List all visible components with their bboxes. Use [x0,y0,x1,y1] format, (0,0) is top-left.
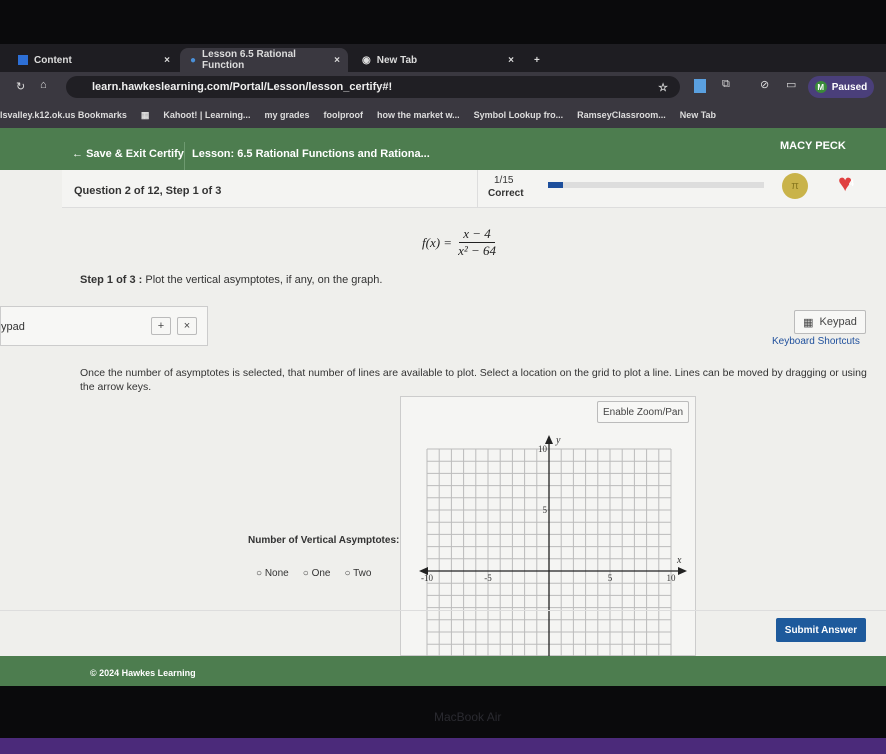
asymptotes-label: Number of Vertical Asymptotes: [248,535,400,546]
enable-zoom-pan-button[interactable]: Enable Zoom/Pan [597,401,689,423]
radio-label: Two [353,568,372,579]
graph-grid[interactable]: -10 -5 5 10 10 5 x y [401,431,695,657]
close-icon[interactable]: × [508,55,514,66]
bookmark-item[interactable]: Symbol Lookup fro... [474,110,564,120]
x-tick-label: 10 [667,573,677,583]
bookmarks-bar: lsvalley.k12.ok.us Bookmarks ▦ Kahoot! |… [0,102,886,128]
denominator: x² − 64 [458,243,497,258]
plus-button[interactable]: + [151,317,171,335]
y-tick-label: 5 [543,505,548,515]
address-bar-row: ↻ ⌂ learn.hawkeslearning.com/Portal/Less… [0,72,886,102]
x-tick-label: -5 [484,573,492,583]
avatar: M [814,81,827,93]
desk-strip [0,738,886,754]
save-exit-label: Save & Exit Certify [86,148,184,160]
tab-lesson[interactable]: ● Lesson 6.5 Rational Function × [180,48,348,72]
radio-none[interactable]: ○ None [256,568,289,579]
step-prompt: Step 1 of 3 : Plot the vertical asymptot… [80,274,382,286]
apps-icon[interactable]: ▦ [141,110,150,121]
bookmark-folder[interactable]: lsvalley.k12.ok.us Bookmarks [0,110,127,120]
copyright: © 2024 Hawkes Learning [90,668,196,678]
classroom-icon [18,55,28,65]
tab-label: New Tab [376,54,418,66]
profile-button[interactable]: M Paused [808,76,874,98]
footer: © 2024 Hawkes Learning [0,656,886,686]
progress-text: 1/15 [494,175,514,186]
laptop-brand: MacBook Air [434,710,502,724]
hawkes-icon: ● [190,54,197,66]
close-icon[interactable]: × [334,55,340,66]
keypad-label: ypad [1,321,25,333]
hearts-count: 4 [849,178,855,188]
home-icon[interactable]: ⌂ [40,79,47,91]
tab-new[interactable]: ◉ New Tab × [352,48,522,72]
x-tick-label: 5 [608,573,613,583]
profile-status: Paused [831,81,868,93]
radio-one[interactable]: ○ One [303,568,331,579]
x-axis-label: x [676,555,682,566]
bookmark-item[interactable]: RamseyClassroom... [577,110,666,120]
tab-bar: Content × ● Lesson 6.5 Rational Function × … [0,44,886,72]
cast-icon[interactable]: ▭ [786,78,796,91]
times-button[interactable]: × [177,317,197,335]
save-exit-button[interactable]: ← Save & Exit Certify [72,148,184,160]
y-tick-label: 10 [538,444,548,454]
radio-two[interactable]: ○ Two [344,568,371,579]
step-label: Step 1 of 3 : [80,274,143,286]
user-menu[interactable]: MACY PECK [780,140,846,152]
tab-content[interactable]: Content × [8,48,178,72]
close-icon[interactable]: × [164,55,170,66]
chrome-icon: ◉ [362,54,371,66]
hint-coin-icon[interactable]: π [782,173,808,199]
reload-icon[interactable]: ↻ [16,80,25,93]
divider [184,142,185,170]
bookmark-item[interactable]: foolproof [323,110,363,120]
extension-icon[interactable] [694,79,706,93]
y-axis-label: y [555,435,561,446]
question-bar: Question 2 of 12, Step 1 of 3 1/15 Corre… [62,170,886,208]
bookmark-item[interactable]: my grades [264,110,309,120]
bookmark-item[interactable]: how the market w... [377,110,460,120]
graph-panel: Enable Zoom/Pan -10 -5 5 10 10 5 x y [400,396,696,657]
keypad-panel: ypad + × [0,306,208,346]
lesson-title: Lesson: 6.5 Rational Functions and Ratio… [192,148,430,160]
divider [0,610,886,611]
asymptote-options: ○ None ○ One ○ Two [256,568,371,579]
submit-answer-button[interactable]: Submit Answer [776,618,866,642]
star-icon[interactable]: ☆ [658,81,668,94]
keypad-button-label: Keypad [819,316,857,328]
status-text: Correct [488,188,524,199]
progress-fill [548,182,564,188]
bookmark-item[interactable]: Kahoot! | Learning... [163,110,250,120]
calculator-icon: ▦ [803,316,814,329]
radio-label: One [311,568,331,579]
lesson-header: ← Save & Exit Certify Lesson: 6.5 Ration… [0,128,886,170]
keypad-button[interactable]: ▦ Keypad [794,310,866,334]
keyboard-shortcuts-link[interactable]: Keyboard Shortcuts [772,336,860,347]
tab-label: Content [34,54,72,66]
bookmark-item[interactable]: New Tab [680,110,716,120]
question-page: Question 2 of 12, Step 1 of 3 1/15 Corre… [0,170,886,657]
instructions: Once the number of asymptotes is selecte… [80,367,867,393]
question-label: Question 2 of 12, Step 1 of 3 [74,185,222,197]
divider [477,170,478,208]
function-expression: f(x) = x − 4 x² − 64 [422,226,496,259]
performance-icon[interactable]: ⊘ [760,78,769,91]
new-tab-button[interactable]: + [524,48,550,72]
tab-label: Lesson 6.5 Rational Function [202,49,296,71]
function-lhs: f(x) = [422,234,453,250]
extensions-puzzle-icon[interactable]: ⧉ [722,78,730,91]
x-tick-label: -10 [421,573,433,583]
fraction: x − 4 x² − 64 [458,226,496,259]
radio-label: None [264,568,289,579]
step-text: Plot the vertical asymptotes, if any, on… [145,274,383,286]
url-text: learn.hawkeslearning.com/Portal/Lesson/l… [92,81,393,93]
url-input[interactable]: learn.hawkeslearning.com/Portal/Lesson/l… [66,76,680,98]
progress-bar [548,182,764,188]
numerator: x − 4 [459,226,495,243]
